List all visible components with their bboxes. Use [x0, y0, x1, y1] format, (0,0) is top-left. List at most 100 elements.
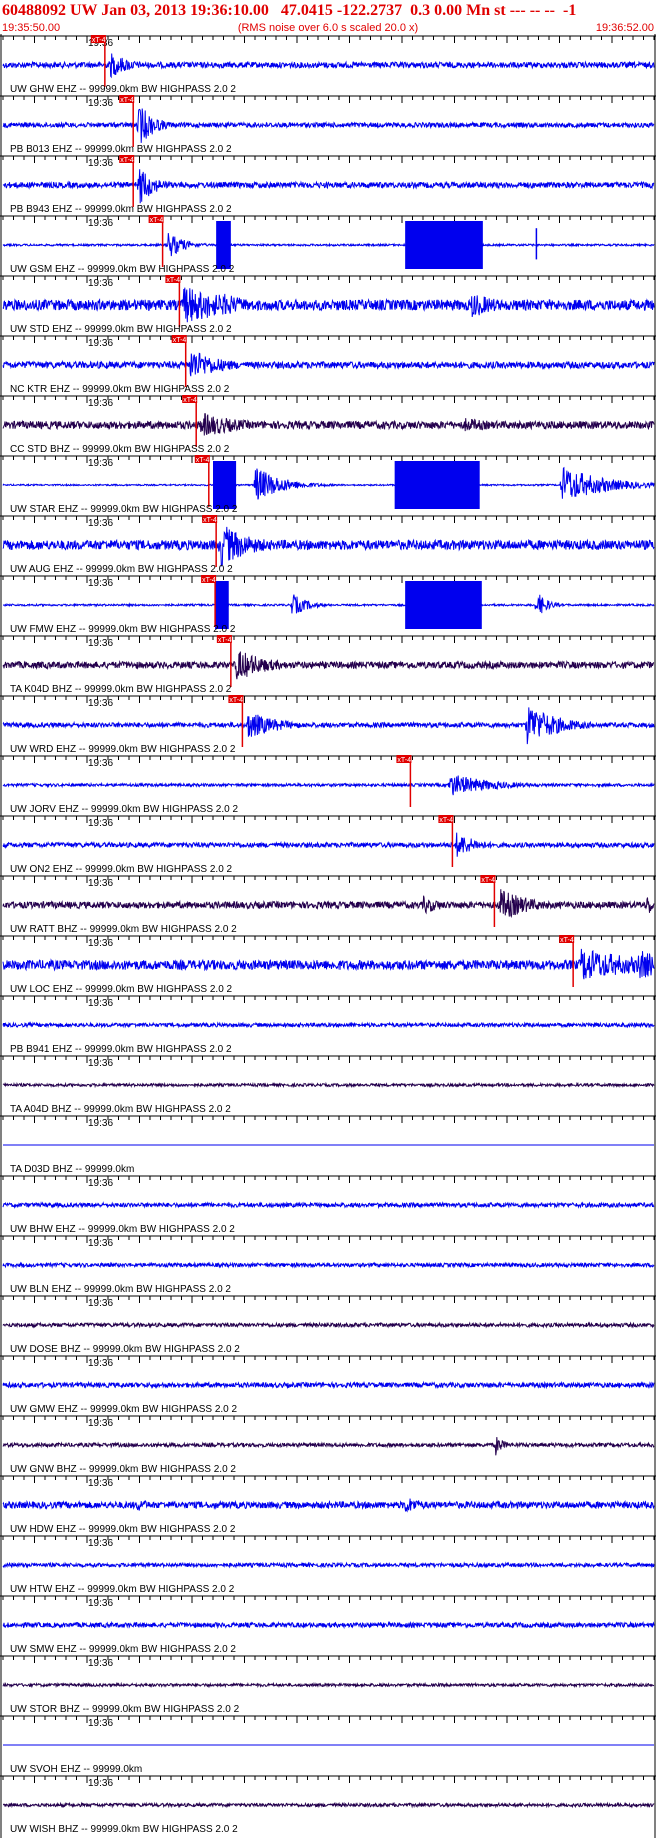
station-label: UW GSM EHZ -- 99999.0km BW HIGHPASS 2.0 …: [10, 264, 235, 275]
clipped-signal-block: [216, 221, 231, 269]
minute-tick-label: 19:36: [88, 278, 113, 289]
trace-row: 19:36 UW DOSE BHZ -- 99999.0km BW HIGHPAS…: [0, 1295, 656, 1355]
waveform-trace: [2, 287, 655, 323]
station-label: UW GHW EHZ -- 99999.0km BW HIGHPASS 2.0 …: [10, 84, 236, 95]
phase-pick-label: xT-4: [560, 937, 574, 944]
station-label: UW BHW EHZ -- 99999.0km BW HIGHPASS 2.0 …: [10, 1224, 235, 1235]
trace-row: 19:36 xT-4 UW JORV EHZ -- 99999.0km BW HIG…: [0, 755, 656, 815]
minute-tick-label: 19:36: [88, 1058, 113, 1069]
station-label: TA K04D BHZ -- 99999.0km BW HIGHPASS 2.0…: [10, 684, 232, 695]
trace-row: 19:36 PB B941 EHZ -- 99999.0km BW HIGHPAS…: [0, 995, 656, 1055]
minute-tick-label: 19:36: [88, 1178, 113, 1189]
phase-pick-label: xT-4: [481, 877, 495, 884]
station-label: NC KTR EHZ -- 99999.0km BW HIGHPASS 2.0 …: [10, 384, 230, 395]
trace-row: 19:36 xT-4 UW LOC EHZ -- 99999.0km BW HIGH…: [0, 935, 656, 995]
minute-tick-label: 19:36: [88, 1658, 113, 1669]
waveform-trace: [2, 526, 655, 568]
phase-pick-label: xT-4: [203, 517, 217, 524]
trace-row: 19:36 UW SVOH EHZ -- 99999.0km: [0, 1715, 656, 1775]
station-label: UW STOR BHZ -- 99999.0km BW HIGHPASS 2.0…: [10, 1704, 240, 1715]
trace-row: 19:36 UW BHW EHZ -- 99999.0km BW HIGHPASS…: [0, 1175, 656, 1235]
waveform-trace: [2, 594, 655, 614]
clipped-signal-block: [405, 221, 483, 269]
clipped-signal-block: [394, 461, 480, 509]
waveform-trace: [2, 413, 655, 436]
station-label: UW SMW EHZ -- 99999.0km BW HIGHPASS 2.0 …: [10, 1644, 236, 1655]
minute-tick-label: 19:36: [88, 998, 113, 1009]
minute-tick-label: 19:36: [88, 578, 113, 589]
trace-row: 19:36 xT-4 TA K04D BHZ -- 99999.0km BW HIG…: [0, 635, 656, 695]
waveform-trace: [2, 832, 655, 857]
phase-pick-label: xT-4: [218, 637, 232, 644]
trace-row: 19:36 UW GNW BHZ -- 99999.0km BW HIGHPASS…: [0, 1415, 656, 1475]
station-label: UW STD EHZ -- 99999.0km BW HIGHPASS 2.0 …: [10, 324, 232, 335]
station-label: UW GNW BHZ -- 99999.0km BW HIGHPASS 2.0 …: [10, 1464, 236, 1475]
trace-row: 19:36 UW GMW EHZ -- 99999.0km BW HIGHPASS…: [0, 1355, 656, 1415]
waveform-trace: [2, 1021, 655, 1029]
trace-row: 19:36 xT-4 PB B943 EHZ -- 99999.0km BW HIG…: [0, 155, 656, 215]
minute-tick-label: 19:36: [88, 398, 113, 409]
trace-row: 19:36 xT-4 UW STD EHZ -- 99999.0km BW HIGH…: [0, 275, 656, 335]
station-label: UW SVOH EHZ -- 99999.0km: [10, 1764, 142, 1775]
minute-tick-label: 19:36: [88, 1418, 113, 1429]
station-label: TA A04D BHZ -- 99999.0km BW HIGHPASS 2.0…: [10, 1104, 231, 1115]
waveform-trace: [2, 889, 655, 919]
phase-pick-label: xT-4: [120, 97, 134, 104]
trace-row: 19:36 TA A04D BHZ -- 99999.0km BW HIGHPAS…: [0, 1055, 656, 1115]
station-label: UW HTW EHZ -- 99999.0km BW HIGHPASS 2.0 …: [10, 1584, 235, 1595]
trace-row: 19:36 TA D03D BHZ -- 99999.0km: [0, 1115, 656, 1175]
trace-row: 19:36 xT-4 PB B013 EHZ -- 99999.0km BW HIG…: [0, 95, 656, 155]
station-label: UW ON2 EHZ -- 99999.0km BW HIGHPASS 2.0 …: [10, 864, 233, 875]
station-label: TA D03D BHZ -- 99999.0km: [10, 1164, 134, 1175]
trace-row: 19:36 xT-4 UW WRD EHZ -- 99999.0km BW HIGH…: [0, 695, 656, 755]
waveform-trace: [2, 1620, 655, 1630]
minute-tick-label: 19:36: [88, 1598, 113, 1609]
trace-row: 19:36 xT-4 NC KTR EHZ -- 99999.0km BW HIGH…: [0, 335, 656, 395]
clipped-signal-block: [215, 581, 229, 629]
waveform-trace: [2, 651, 655, 680]
phase-pick-label: xT-4: [229, 697, 243, 704]
minute-tick-label: 19:36: [88, 1298, 113, 1309]
station-label: PB B943 EHZ -- 99999.0km BW HIGHPASS 2.0…: [10, 204, 232, 215]
waveform-trace: [2, 1081, 655, 1089]
station-label: UW BLN EHZ -- 99999.0km BW HIGHPASS 2.0 …: [10, 1284, 231, 1295]
station-label: UW WRD EHZ -- 99999.0km BW HIGHPASS 2.0 …: [10, 744, 236, 755]
trace-row: 19:36 UW STOR BHZ -- 99999.0km BW HIGHPAS…: [0, 1655, 656, 1715]
trace-row: 19:36xT-4UW GHW EHZ -- 99999.0km BW HIGH…: [0, 35, 656, 95]
waveform-trace: [2, 466, 655, 500]
minute-tick-label: 19:36: [88, 218, 113, 229]
station-label: UW RATT BHZ -- 99999.0km BW HIGHPASS 2.0…: [10, 924, 237, 935]
minute-tick-label: 19:36: [88, 1778, 113, 1789]
trace-row: 19:36 UW SMW EHZ -- 99999.0km BW HIGHPASS…: [0, 1595, 656, 1655]
waveform-trace: [2, 1561, 655, 1569]
waveform-trace: [2, 1201, 655, 1210]
waveform-trace: [2, 1380, 655, 1390]
waveform-trace: [2, 775, 655, 796]
station-label: UW WISH BHZ -- 99999.0km BW HIGHPASS 2.0…: [10, 1824, 238, 1835]
station-label: UW GMW EHZ -- 99999.0km BW HIGHPASS 2.0 …: [10, 1404, 238, 1415]
trace-row: 19:36 UW BLN EHZ -- 99999.0km BW HIGHPASS…: [0, 1235, 656, 1295]
minute-tick-label: 19:36: [88, 98, 113, 109]
phase-pick-label: xT-4: [150, 217, 164, 224]
waveform-trace: [3, 1801, 655, 1809]
station-label: CC STD BHZ -- 99999.0km BW HIGHPASS 2.0 …: [10, 444, 230, 455]
minute-tick-label: 19:36: [88, 338, 113, 349]
phase-pick-label: xT-4: [196, 457, 210, 464]
minute-tick-label: 19:36: [88, 878, 113, 889]
minute-tick-label: 19:36: [88, 1538, 113, 1549]
phase-pick-label: xT-4: [120, 157, 134, 164]
minute-tick-label: 19:36: [88, 1238, 113, 1249]
minute-tick-label: 19:36: [88, 158, 113, 169]
waveform-trace: [2, 108, 655, 143]
station-label: PB B013 EHZ -- 99999.0km BW HIGHPASS 2.0…: [10, 144, 232, 155]
trace-row: 19:36 UW WISH BHZ -- 99999.0km BW HIGHPAS…: [0, 1775, 656, 1835]
phase-pick-label: xT-4: [183, 397, 197, 404]
phase-pick-label: xT-4: [202, 577, 216, 584]
trace-row: 19:36 xT-4 UW GSM EHZ -- 99999.0km BW HIGH…: [0, 215, 656, 275]
minute-tick-label: 19:36: [88, 638, 113, 649]
phase-pick-label: xT-4: [173, 337, 187, 344]
minute-tick-label: 19:36: [88, 758, 113, 769]
waveform-trace: [2, 1261, 655, 1269]
waveform-trace: [2, 1498, 655, 1513]
phase-pick-label: xT-4: [166, 277, 180, 284]
